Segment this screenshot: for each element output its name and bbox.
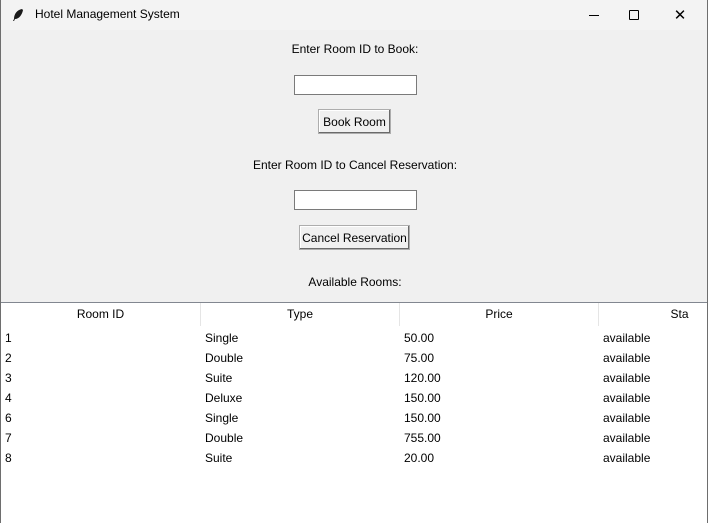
- column-header-room-id[interactable]: Room ID: [1, 303, 201, 326]
- close-icon: ✕: [673, 6, 687, 24]
- available-rooms-label: Available Rooms:: [308, 275, 402, 289]
- window-title: Hotel Management System: [35, 7, 180, 21]
- table-body: 1 Single 50.00 available 2 Double 75.00 …: [1, 328, 707, 468]
- table-row[interactable]: 8 Suite 20.00 available: [1, 448, 707, 468]
- maximize-icon: [629, 10, 639, 20]
- cell-status: available: [603, 431, 651, 445]
- cell-price: 50.00: [404, 331, 435, 345]
- rooms-table[interactable]: Room ID Type Price Sta 1 Single 50.00 av…: [1, 302, 707, 523]
- cell-status: available: [603, 411, 651, 425]
- cell-room-id: 6: [5, 411, 12, 425]
- book-room-button[interactable]: Book Room: [318, 109, 391, 134]
- cancel-reservation-button[interactable]: Cancel Reservation: [299, 225, 410, 250]
- table-row[interactable]: 7 Double 755.00 available: [1, 428, 707, 448]
- cell-price: 150.00: [404, 411, 441, 425]
- cell-price: 120.00: [404, 371, 441, 385]
- cell-price: 755.00: [404, 431, 441, 445]
- close-button[interactable]: ✕: [657, 0, 703, 30]
- cell-price: 75.00: [404, 351, 435, 365]
- table-row[interactable]: 6 Single 150.00 available: [1, 408, 707, 428]
- cell-type: Double: [205, 431, 244, 445]
- cell-type: Suite: [205, 451, 233, 465]
- column-header-price[interactable]: Price: [400, 303, 599, 326]
- cell-room-id: 7: [5, 431, 12, 445]
- cell-room-id: 4: [5, 391, 12, 405]
- cell-type: Single: [205, 411, 239, 425]
- table-header: Room ID Type Price Sta: [1, 303, 707, 326]
- cell-room-id: 3: [5, 371, 12, 385]
- cell-status: available: [603, 391, 651, 405]
- cell-status: available: [603, 331, 651, 345]
- cell-status: available: [603, 351, 651, 365]
- table-row[interactable]: 1 Single 50.00 available: [1, 328, 707, 348]
- cell-type: Suite: [205, 371, 233, 385]
- table-row[interactable]: 3 Suite 120.00 available: [1, 368, 707, 388]
- column-header-type[interactable]: Type: [201, 303, 400, 326]
- column-header-status[interactable]: Sta: [599, 303, 707, 326]
- title-bar[interactable]: Hotel Management System ✕: [1, 0, 707, 30]
- cancel-room-id-input[interactable]: [294, 190, 417, 210]
- table-row[interactable]: 2 Double 75.00 available: [1, 348, 707, 368]
- cell-room-id: 1: [5, 331, 12, 345]
- cell-room-id: 8: [5, 451, 12, 465]
- table-row[interactable]: 4 Deluxe 150.00 available: [1, 388, 707, 408]
- cancel-reservation-label: Enter Room ID to Cancel Reservation:: [252, 158, 458, 172]
- feather-icon: [13, 9, 23, 21]
- minimize-icon: [589, 14, 599, 16]
- cell-type: Double: [205, 351, 244, 365]
- book-room-label: Enter Room ID to Book:: [291, 42, 419, 56]
- app-window: Hotel Management System ✕ Enter Room ID …: [0, 0, 708, 523]
- cell-type: Single: [205, 331, 239, 345]
- cell-price: 150.00: [404, 391, 441, 405]
- cell-room-id: 2: [5, 351, 12, 365]
- cell-price: 20.00: [404, 451, 435, 465]
- cell-status: available: [603, 371, 651, 385]
- cell-status: available: [603, 451, 651, 465]
- maximize-button[interactable]: [611, 0, 657, 30]
- cell-type: Deluxe: [205, 391, 243, 405]
- book-room-id-input[interactable]: [294, 75, 417, 95]
